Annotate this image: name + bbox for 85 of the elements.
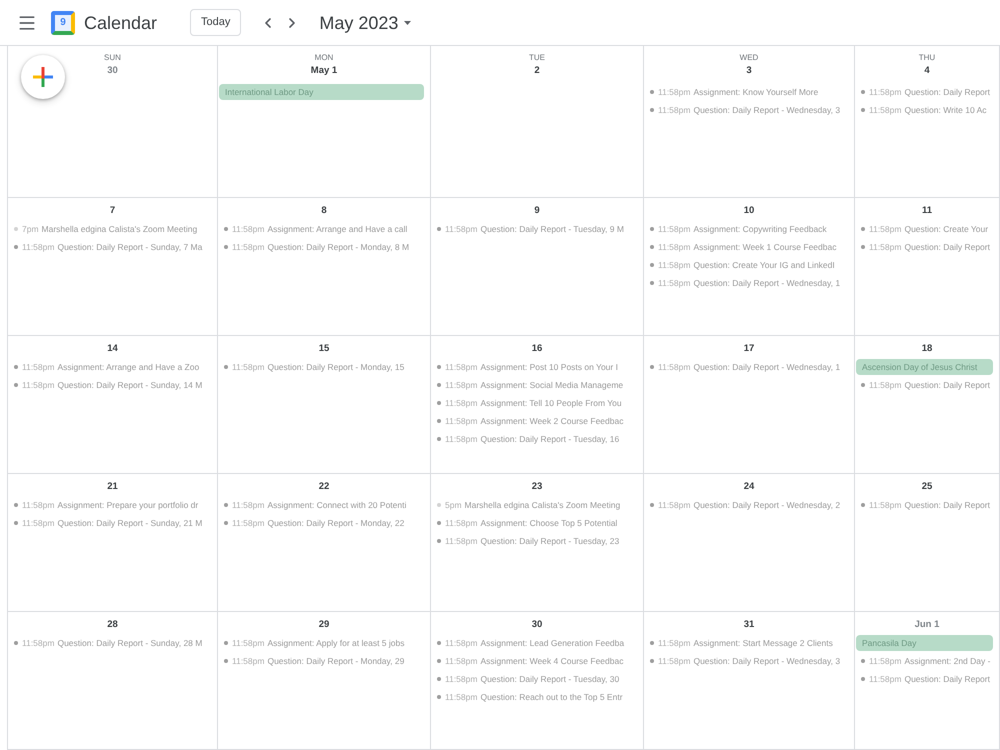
event-item[interactable]: 11:58pm Question: Daily Report - Tuesday, 23 — [431, 532, 620, 550]
event-item[interactable]: 11:58pm Assignment: Know Yourself More — [644, 83, 818, 101]
event-item[interactable]: 11:58pm Assignment: Tell 10 People From You — [431, 394, 622, 412]
event-item[interactable]: 11:58pm Question: Daily Report - Sunday, 28 M — [8, 634, 202, 652]
event-item[interactable]: 11:58pm Assignment: Arrange and Have a Zoo — [8, 358, 200, 376]
weekday-label: SUN — [104, 52, 121, 64]
event-item[interactable]: 11:58pm Question: Daily Report - Wednesday, 3 — [644, 652, 840, 670]
plus-icon — [33, 67, 53, 87]
event-item[interactable]: 11:58pm Question: Create Your — [855, 220, 988, 238]
day-number[interactable]: 10 — [744, 204, 754, 218]
event-item[interactable]: 7pm Marshella edgina Calista's Zoom Meeting — [8, 220, 198, 238]
event-item[interactable]: 11:58pm Question: Daily Report - Wednesday, 3 — [644, 101, 840, 119]
event-item[interactable]: 11:58pm Question: Daily Report - Monday, 15 — [218, 358, 404, 376]
event-item[interactable]: 11:58pm Question: Daily Report - Sunday, 7 Ma — [8, 238, 202, 256]
day-number[interactable]: 8 — [321, 204, 327, 218]
event-item[interactable]: 11:58pm Question: Daily Report - Wednesday, 1 — [644, 274, 840, 292]
caret-icon — [404, 20, 412, 24]
event-item[interactable]: 5pm Marshella edgina Calista's Zoom Meeting — [431, 496, 620, 514]
create-button[interactable] — [21, 55, 65, 99]
event-item[interactable]: 11:58pm Question: Daily Report - Monday, 29 — [218, 652, 404, 670]
all-day-event[interactable]: International Labor Day — [219, 84, 424, 100]
calendar-logo: 9 — [51, 10, 75, 34]
weekday-label: THU — [918, 52, 936, 64]
today-button[interactable]: Today — [190, 9, 242, 36]
event-item[interactable]: 11:58pm Assignment: Social Media Manageme — [431, 376, 624, 394]
event-item[interactable]: 11:58pm Assignment: Post 10 Posts on Your I — [431, 358, 618, 376]
event-item[interactable]: 11:58pm Assignment: Week 4 Course Feedbac — [431, 652, 624, 670]
event-item[interactable]: 11:58pm Question: Daily Report - Monday, 22 — [218, 514, 404, 532]
event-item[interactable]: 11:58pm Question: Daily Report — [855, 83, 990, 101]
event-item[interactable]: 11:58pm Assignment: Week 1 Course Feedbac — [644, 238, 836, 256]
day-number[interactable]: 31 — [744, 618, 754, 632]
all-day-event[interactable]: Ascension Day of Jesus Christ — [856, 359, 993, 375]
app-title: Calendar — [84, 14, 158, 32]
weekday-label: TUE — [529, 52, 545, 64]
event-item[interactable]: 11:58pm Assignment: Prepare your portfolio dr — [8, 496, 198, 514]
day-number[interactable]: 7 — [110, 204, 116, 218]
event-item[interactable]: 11:58pm Assignment: Start Message 2 Clients — [644, 634, 833, 652]
all-day-event[interactable]: Pancasila Day — [856, 635, 993, 651]
day-number[interactable]: 18 — [922, 342, 932, 356]
day-number[interactable]: May 1 — [310, 64, 338, 78]
day-number[interactable]: 23 — [532, 480, 542, 494]
weekday-label: WED — [740, 52, 758, 64]
month-picker-button[interactable]: May 2023 — [319, 14, 412, 32]
event-item[interactable]: 11:58pm Question: Daily Report — [855, 238, 990, 256]
day-number[interactable]: 2 — [534, 64, 540, 78]
event-item[interactable]: 11:58pm Question: Daily Report - Wednesday, 2 — [644, 496, 840, 514]
day-number[interactable]: 30 — [532, 618, 542, 632]
day-number[interactable]: 16 — [532, 342, 542, 356]
event-item[interactable]: 11:58pm Question: Daily Report - Tuesday, 16 — [431, 430, 620, 448]
day-number[interactable]: 9 — [534, 204, 540, 218]
event-item[interactable]: 11:58pm Question: Daily Report - Sunday, 21 M — [8, 514, 202, 532]
event-item[interactable]: 11:58pm Question: Daily Report - Sunday, 14 M — [8, 376, 202, 394]
day-number[interactable]: 4 — [924, 64, 930, 78]
event-item[interactable]: 11:58pm Question: Daily Report - Tuesday, 9 M — [431, 220, 624, 238]
event-item[interactable]: 11:58pm Assignment: 2nd Day - — [855, 652, 990, 670]
day-number[interactable]: 15 — [318, 342, 330, 356]
event-item[interactable]: 11:58pm Question: Daily Report - Wednesday, 1 — [644, 358, 840, 376]
day-number[interactable]: 25 — [922, 480, 932, 494]
day-number[interactable]: 21 — [107, 480, 118, 494]
event-item[interactable]: 11:58pm Assignment: Arrange and Have a call — [218, 220, 408, 238]
event-item[interactable]: 11:58pm Assignment: Choose Top 5 Potential — [431, 514, 618, 532]
event-item[interactable]: 11:58pm Question: Daily Report - Monday, 8 M — [218, 238, 410, 256]
day-number[interactable]: 30 — [107, 64, 118, 78]
event-item[interactable]: 11:58pm Assignment: Copywriting Feedback — [644, 220, 827, 238]
day-number[interactable]: 22 — [318, 480, 330, 494]
day-number[interactable]: 17 — [744, 342, 754, 356]
day-number[interactable]: 14 — [107, 342, 118, 356]
event-item[interactable]: 11:58pm Question: Daily Report — [855, 496, 990, 514]
event-item[interactable]: 11:58pm Question: Reach out to the Top 5 Entr — [431, 688, 623, 706]
event-item[interactable]: 11:58pm Assignment: Week 2 Course Feedbac — [431, 412, 624, 430]
day-number[interactable]: 24 — [744, 480, 754, 494]
event-item[interactable]: 11:58pm Question: Daily Report — [855, 376, 990, 394]
event-item[interactable]: 11:58pm Question: Daily Report - Tuesday, 30 — [431, 670, 620, 688]
day-number[interactable]: Jun 1 — [914, 618, 940, 632]
event-item[interactable]: 11:58pm Assignment: Apply for at least 5 jobs — [218, 634, 404, 652]
event-item[interactable]: 11:58pm Assignment: Lead Generation Feedba — [431, 634, 624, 652]
event-item[interactable]: 11:58pm Question: Daily Report — [855, 670, 990, 688]
day-number[interactable]: 11 — [922, 204, 932, 218]
day-number[interactable]: 3 — [746, 64, 752, 78]
day-number[interactable]: 28 — [107, 618, 118, 632]
event-item[interactable]: 11:58pm Question: Create Your IG and LinkedI — [644, 256, 835, 274]
event-item[interactable]: 11:58pm Assignment: Connect with 20 Potenti — [218, 496, 406, 514]
day-number[interactable]: 29 — [318, 618, 330, 632]
weekday-label: MON — [314, 52, 334, 64]
event-item[interactable]: 11:58pm Question: Write 10 Ac — [855, 101, 987, 119]
